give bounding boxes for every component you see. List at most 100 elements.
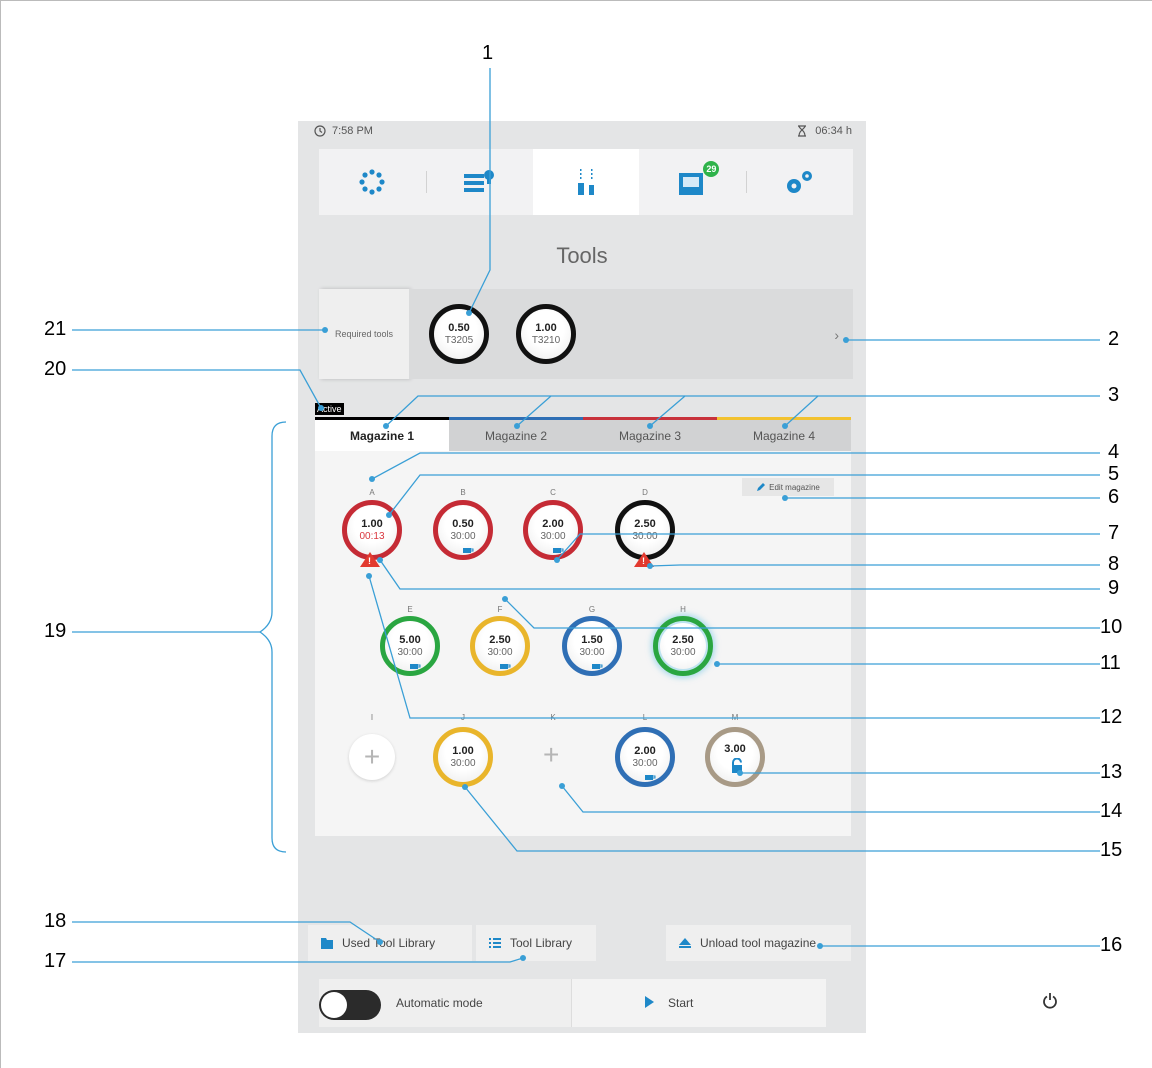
callout-number: 16 [1100,934,1123,956]
clock: 7:58 PM [314,125,373,137]
nav-process[interactable] [319,149,426,215]
slot-letter: A [369,488,375,497]
clock-icon [314,125,326,137]
tab-magazine-2[interactable]: Magazine 2 [449,417,583,451]
callout-number: 7 [1108,522,1120,544]
callout-number: 5 [1108,463,1120,485]
required-tools-text: Required tools [334,329,394,339]
eject-icon [679,938,691,948]
used-library-icon [321,938,333,949]
callout-number: 14 [1100,800,1123,822]
tool-life: 30:00 [670,646,696,658]
tool-life: 30:00 [487,646,513,658]
plus-icon[interactable]: + [543,739,559,771]
tool-library-label: Tool Library [510,936,573,950]
coffee-cup-icon [500,664,511,669]
pencil-icon [757,483,766,491]
callout-number: 8 [1108,553,1120,575]
slot-letter: L [642,713,648,722]
nav-messages[interactable]: 29 [639,149,746,215]
used-tool-library-label: Used Tool Library [342,936,436,950]
required-tools-strip: 0.50 T3205 1.00 T3210 › [409,289,853,379]
tab-magazine-1[interactable]: Magazine 1 [315,417,449,451]
empty-slot-add[interactable]: + [349,734,395,780]
tab-magazine-4[interactable]: Magazine 4 [717,417,851,451]
callout-number: 12 [1100,706,1123,728]
tool-life: 30:00 [540,530,566,542]
used-tool-library-button[interactable]: Used Tool Library [308,925,472,961]
nav-jobs[interactable] [425,149,533,215]
callout-number: 21 [44,318,67,340]
callout-number: 1 [482,42,494,64]
settings-gears-icon [786,171,812,193]
start-button[interactable]: Start [571,979,1057,1027]
edit-magazine-button[interactable]: Edit magazine [742,478,834,496]
callout-number: 2 [1108,328,1120,350]
warning-icon: ! [360,552,380,567]
tab-magazine-3[interactable]: Magazine 3 [583,417,717,451]
callout-number: 15 [1100,839,1123,861]
callout-number: 19 [44,620,67,642]
lock-icon [732,758,742,773]
slot-letter: G [588,605,596,614]
tool-library-button[interactable]: Tool Library [476,925,596,961]
main-nav: 29 [319,149,853,215]
nav-tools[interactable] [532,149,640,215]
nav-settings[interactable] [746,149,853,215]
machine-screen: 7:58 PM 06:34 h 29 Tools Required tools … [298,121,1057,1033]
automatic-mode-label: Automatic mode [396,996,483,1010]
automatic-mode-toggle[interactable] [319,990,381,1020]
bottom-control-bar: Automatic mode Start [319,979,1057,1027]
tool-life: 30:00 [450,530,476,542]
edit-magazine-label: Edit magazine [769,482,820,492]
callout-number: 20 [44,358,67,380]
callout-number: 10 [1100,616,1123,638]
tool-slot-j[interactable]: 1.00 30:00 [433,727,493,787]
slot-letter: J [461,713,465,722]
tool-diameter: 2.50 [634,518,656,531]
tool-slot-l[interactable]: 2.00 30:00 [615,727,675,787]
power-icon[interactable] [1042,992,1058,1010]
runtime-value: 06:34 h [815,125,852,137]
tool-diameter: 2.00 [542,518,564,531]
coffee-cup-icon [553,548,564,553]
chevron-right-icon[interactable]: › [834,327,839,343]
tool-slot-g[interactable]: 1.50 30:00 [562,616,622,676]
callout-number: 17 [44,950,67,972]
callout-number: 18 [44,910,67,932]
tool-slot-a[interactable]: 1.00 00:13 [342,500,402,560]
tool-diameter: 5.00 [399,634,421,647]
tool-slot-d[interactable]: 2.50 30:00 [615,500,675,560]
tool-life: 30:00 [450,757,476,769]
tool-life: 30:00 [632,757,658,769]
tool-diameter: 2.50 [489,634,511,647]
tool-slot-f[interactable]: 2.50 30:00 [470,616,530,676]
tool-slot-h[interactable]: 2.50 30:00 [653,616,713,676]
tool-library-icon [489,938,501,948]
slot-letter: E [407,605,413,614]
required-tool-2[interactable]: 1.00 T3210 [516,304,576,364]
required-tool-id: T3210 [531,334,561,346]
tool-slot-c[interactable]: 2.00 30:00 [523,500,583,560]
unload-tool-magazine-button[interactable]: Unload tool magazine [666,925,851,961]
clock-time: 7:58 PM [332,125,373,137]
required-tool-1[interactable]: 0.50 T3205 [429,304,489,364]
play-icon [645,996,654,1008]
slot-letter: B [460,488,466,497]
slot-letter: I [370,713,374,722]
page-title: Tools [556,243,608,268]
tool-slot-m[interactable]: 3.00 [705,727,765,787]
callout-number: 6 [1108,486,1120,508]
tool-life: 30:00 [632,530,658,542]
unload-tool-magazine-label: Unload tool magazine [700,936,817,950]
warning-icon: ! [634,552,654,567]
required-tools-label[interactable]: Required tools [319,289,409,379]
tool-slot-e[interactable]: 5.00 30:00 [380,616,440,676]
magazine-tabs: Magazine 1 Magazine 2 Magazine 3 Magazin… [315,417,851,451]
tool-diameter: 1.00 [452,745,474,758]
required-tool-diameter: 1.00 [535,322,557,335]
tool-diameter: 1.00 [361,518,383,531]
tool-slot-b[interactable]: 0.50 30:00 [433,500,493,560]
tool-diameter: 2.00 [634,745,656,758]
tool-life: 30:00 [579,646,605,658]
